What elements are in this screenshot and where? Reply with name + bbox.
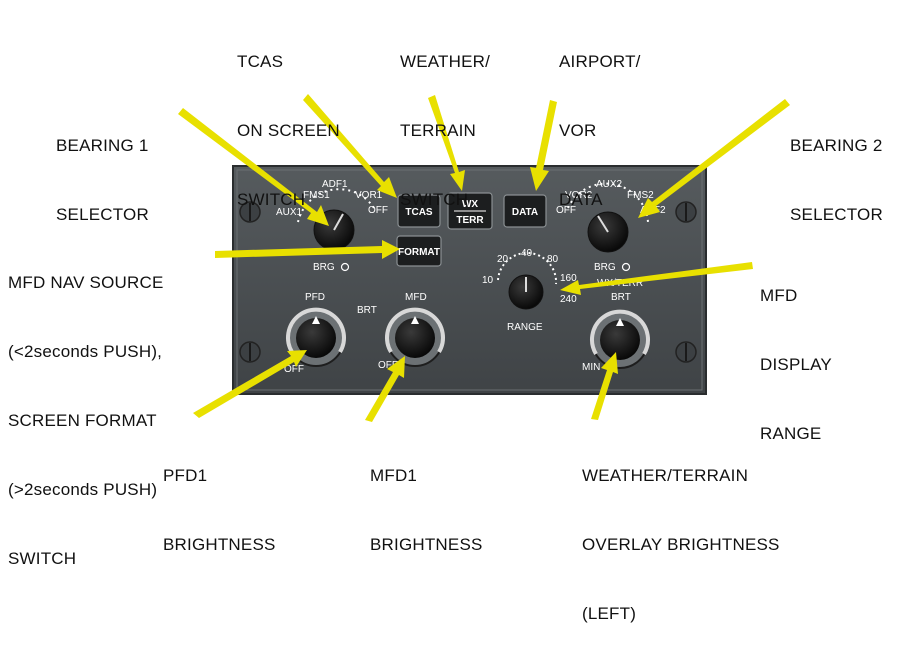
callout-line: WEATHER/TERRAIN xyxy=(582,466,749,485)
callout-line: SWITCH xyxy=(237,190,306,209)
callout-pfd1-brightness: PFD1 BRIGHTNESS xyxy=(163,418,276,579)
callout-line: SWITCH xyxy=(8,549,77,568)
callout-bearing2-selector: BEARING 2 SELECTOR xyxy=(790,88,883,249)
callout-line: TERRAIN xyxy=(400,121,477,140)
callout-line: ON SCREEN xyxy=(237,121,340,140)
callout-overlay-brightness: WEATHER/TERRAIN OVERLAY BRIGHTNESS (LEFT… xyxy=(582,418,780,648)
range-tick-10: 10 xyxy=(482,275,494,286)
data-button-label: DATA xyxy=(512,207,538,218)
mfd-label: MFD xyxy=(405,292,427,303)
callout-line: VOR xyxy=(559,121,597,140)
callout-line: WEATHER/ xyxy=(400,52,491,71)
range-tick-40: 40 xyxy=(521,248,533,259)
range-tick-80: 80 xyxy=(547,254,559,265)
pfd-label: PFD xyxy=(305,292,325,303)
callout-line: DATA xyxy=(559,190,603,209)
callout-line: MFD xyxy=(760,286,798,305)
callout-line: SCREEN FORMAT xyxy=(8,411,157,430)
panel-screw xyxy=(675,341,697,363)
callout-mfd-nav-source: MFD NAV SOURCE (<2seconds PUSH), SCREEN … xyxy=(8,225,164,593)
brt-left-label: BRT xyxy=(357,305,377,316)
callout-line: DISPLAY xyxy=(760,355,832,374)
bearing1-label-vor1: VOR1 xyxy=(355,190,383,201)
callout-line: SELECTOR xyxy=(790,205,883,224)
bearing2-brg-label: BRG xyxy=(594,262,616,273)
panel-screw xyxy=(239,341,261,363)
wx-terr-min-label: MIN xyxy=(582,362,600,373)
callout-line: (LEFT) xyxy=(582,604,637,623)
callout-weather-terrain-switch: WEATHER/ TERRAIN SWITCH xyxy=(400,4,490,234)
bearing1-label-off: OFF xyxy=(368,205,388,216)
callout-line: (>2seconds PUSH) xyxy=(8,480,158,499)
mfd-brightness-knob[interactable] xyxy=(385,307,445,367)
panel-screw xyxy=(675,201,697,223)
callout-line: TCAS xyxy=(237,52,284,71)
callout-line: BEARING 1 xyxy=(56,136,149,155)
callout-line: MFD1 xyxy=(370,466,418,485)
callout-line: SWITCH xyxy=(400,190,469,209)
callout-line: BEARING 2 xyxy=(790,136,883,155)
format-button-label: FORMAT xyxy=(398,247,440,258)
callout-line: OVERLAY BRIGHTNESS xyxy=(582,535,780,554)
callout-line: SELECTOR xyxy=(56,205,149,224)
callout-tcas-switch: TCAS ON SCREEN SWITCH xyxy=(237,4,340,234)
range-tick-240: 240 xyxy=(560,294,577,305)
callout-mfd1-brightness: MFD1 BRIGHTNESS xyxy=(370,418,483,579)
callout-line: PFD1 xyxy=(163,466,208,485)
callout-line: MFD NAV SOURCE xyxy=(8,273,164,292)
arrow-bearing2 xyxy=(638,99,790,218)
callout-line: AIRPORT/ xyxy=(559,52,641,71)
range-label: RANGE xyxy=(507,322,543,333)
wx-terr-brightness-knob[interactable] xyxy=(590,309,650,369)
bearing1-brg-label: BRG xyxy=(313,262,335,273)
callout-line: (<2seconds PUSH), xyxy=(8,342,163,361)
range-tick-20: 20 xyxy=(497,254,509,265)
callout-line: BRIGHTNESS xyxy=(370,535,483,554)
callout-airport-vor-data: AIRPORT/ VOR DATA xyxy=(559,4,641,234)
callout-line: BRIGHTNESS xyxy=(163,535,276,554)
wx-terr-brt-label: BRT xyxy=(611,292,631,303)
